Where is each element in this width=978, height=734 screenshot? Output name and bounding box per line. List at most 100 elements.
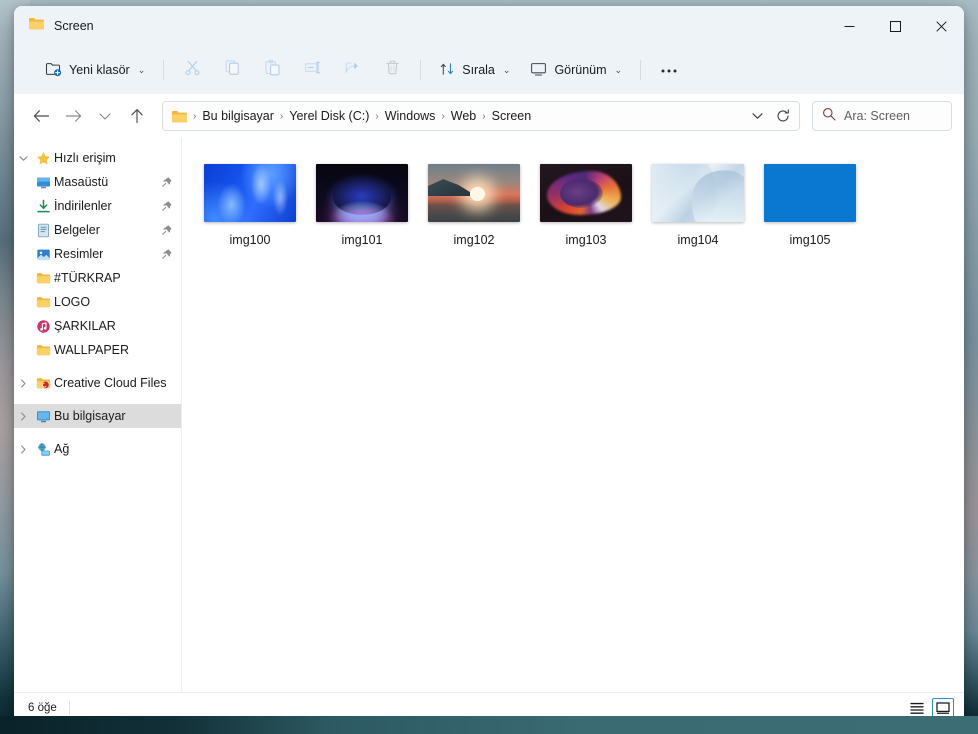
list-item[interactable]: img100 [194,160,306,255]
item-label: img100 [229,233,271,247]
list-item[interactable]: img102 [418,160,530,255]
up-button[interactable] [122,101,152,131]
large-icons-view-icon[interactable] [932,697,954,718]
pin-icon[interactable] [161,248,173,260]
sidebar-item-desktop[interactable]: Masaüstü [14,170,181,194]
list-item[interactable]: img105 [754,160,866,255]
new-folder-label: Yeni klasör [69,63,130,77]
star-icon [32,151,54,166]
pin-icon[interactable] [161,224,173,236]
folder-icon [28,16,45,36]
breadcrumb-actions [745,104,795,128]
paste-button[interactable] [253,54,291,86]
list-item[interactable]: img103 [530,160,642,255]
new-folder-icon [45,61,62,80]
network-icon [32,442,54,457]
sidebar-label: Hızlı erişim [54,151,116,165]
cut-button[interactable] [173,54,211,86]
pictures-icon [32,247,54,262]
thumbnail [652,164,744,222]
folder-icon [32,295,54,309]
desktop-background: Screen Yeni klasör ⌄ Sırala ⌄ Görünüm ⌄ … [0,0,978,734]
item-label: img101 [341,233,383,247]
thumbnail [764,164,856,222]
breadcrumb-item-3[interactable]: Web [446,106,481,126]
minimize-button[interactable] [826,6,872,46]
file-list-view[interactable]: img100 img101 img102 img103 img104 img10… [182,138,964,692]
list-item[interactable]: img101 [306,160,418,255]
item-label: img103 [565,233,607,247]
view-label: Görünüm [554,63,607,77]
search-icon [822,107,836,126]
sidebar-item-this-pc[interactable]: Bu bilgisayar [14,404,181,428]
command-bar: Yeni klasör ⌄ Sırala ⌄ Görünüm ⌄ [14,46,964,94]
folder-icon [32,343,54,357]
breadcrumb-item-2[interactable]: Windows [380,106,441,126]
breadcrumb-dropdown-button[interactable] [745,104,769,128]
desktop-icon [32,175,54,190]
chevron-down-icon: ⌄ [614,64,623,75]
chevron-right-icon[interactable] [14,444,32,454]
forward-button[interactable] [58,101,88,131]
chevron-down-icon: ⌄ [502,64,511,75]
list-view-icon[interactable] [906,698,928,718]
chevron-down-icon[interactable]: ⌄ [138,65,146,76]
share-button[interactable] [333,54,371,86]
chevron-right-icon[interactable] [14,411,32,421]
sidebar-label: WALLPAPER [54,343,130,357]
close-button[interactable] [918,6,964,46]
item-label: img104 [677,233,719,247]
address-bar: › Bu bilgisayar › Yerel Disk (C:) › Wind… [14,94,964,138]
search-input[interactable]: Ara: Screen [812,101,952,131]
navigation-pane[interactable]: Hızlı erişim Masaüstü İndirilenler Belge… [14,138,182,692]
item-label: img102 [453,233,495,247]
item-count: 6 öğe [28,701,57,714]
sidebar-item-documents[interactable]: Belgeler [14,218,181,242]
maximize-button[interactable] [872,6,918,46]
sort-button[interactable]: Sırala ⌄ [430,54,519,86]
search-placeholder: Ara: Screen [844,109,911,123]
chevron-down-icon[interactable] [14,155,32,162]
refresh-button[interactable] [771,104,795,128]
share-icon [344,59,361,81]
documents-icon [32,223,54,238]
status-divider [68,700,70,715]
window-title: Screen [54,19,94,33]
sidebar-item-sarkilar[interactable]: ŞARKILAR [14,314,181,338]
breadcrumb[interactable]: › Bu bilgisayar › Yerel Disk (C:) › Wind… [162,101,800,131]
chevron-right-icon[interactable] [14,378,32,388]
sidebar-item-quick-access[interactable]: Hızlı erişim [14,146,181,170]
back-button[interactable] [26,101,56,131]
window-controls [826,6,964,46]
pin-icon[interactable] [161,176,173,188]
pin-icon[interactable] [161,200,173,212]
breadcrumb-item-4[interactable]: Screen [487,106,537,126]
sidebar-item-turkrap[interactable]: #TÜRKRAP [14,266,181,290]
sidebar-item-wallpaper[interactable]: WALLPAPER [14,338,181,362]
breadcrumb-item-0[interactable]: Bu bilgisayar [197,106,279,126]
rename-button[interactable] [293,54,331,86]
sidebar-item-creative-cloud-files[interactable]: Creative Cloud Files [14,371,181,395]
more-options-button[interactable] [650,54,688,86]
sidebar-label: Creative Cloud Files [54,376,167,390]
scissors-icon [184,59,201,81]
delete-button[interactable] [373,54,411,86]
breadcrumb-separator: › [482,110,486,122]
view-button[interactable]: Görünüm ⌄ [521,54,631,86]
sidebar-item-logo[interactable]: LOGO [14,290,181,314]
sort-arrows-icon [439,61,455,80]
sidebar-label: Bu bilgisayar [54,409,126,423]
sidebar-item-downloads[interactable]: İndirilenler [14,194,181,218]
list-item[interactable]: img104 [642,160,754,255]
item-label: img105 [789,233,831,247]
recent-locations-button[interactable] [90,101,120,131]
copy-button[interactable] [213,54,251,86]
new-folder-button[interactable]: Yeni klasör ⌄ [36,54,154,86]
sort-label: Sırala [462,63,495,77]
items-grid: img100 img101 img102 img103 img104 img10… [194,160,964,255]
folder-icon [32,271,54,285]
sidebar-item-network[interactable]: Ağ [14,437,181,461]
breadcrumb-item-1[interactable]: Yerel Disk (C:) [284,106,374,126]
sidebar-item-pictures[interactable]: Resimler [14,242,181,266]
